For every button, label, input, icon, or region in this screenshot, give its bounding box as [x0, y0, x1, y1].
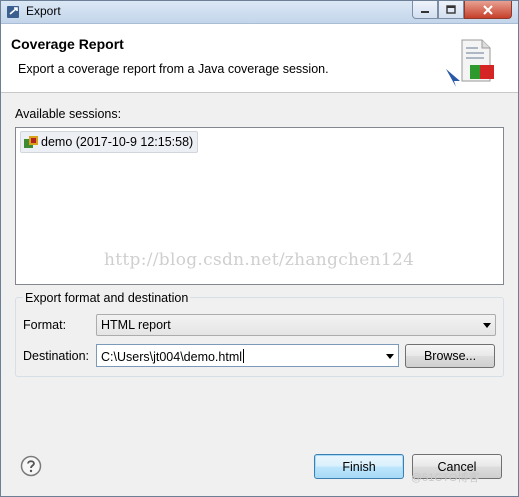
destination-value: C:\Users\jt004\demo.html [101, 350, 243, 364]
watermark-text: http://blog.csdn.net/zhangchen124 [104, 250, 415, 270]
destination-label: Destination: [23, 349, 90, 363]
window-title: Export [26, 4, 61, 18]
browse-button[interactable]: Browse... [405, 344, 495, 368]
eclipse-export-icon [7, 6, 19, 18]
maximize-icon [446, 5, 456, 14]
session-label: demo (2017-10-9 12:15:58) [41, 135, 194, 149]
close-button[interactable] [464, 1, 512, 19]
sessions-list[interactable]: demo (2017-10-9 12:15:58) http://blog.cs… [15, 127, 504, 285]
format-select[interactable]: HTML report [96, 314, 496, 336]
close-icon [483, 4, 493, 15]
maximize-button[interactable] [438, 1, 464, 19]
minimize-button[interactable] [412, 1, 438, 19]
page-title: Coverage Report [11, 36, 124, 52]
format-selected-value: HTML report [101, 318, 171, 332]
export-format-legend: Export format and destination [23, 291, 191, 305]
format-label: Format: [23, 318, 67, 332]
text-caret [243, 349, 245, 363]
chevron-down-icon[interactable] [386, 354, 394, 359]
help-icon[interactable] [20, 455, 42, 477]
minimize-icon [421, 10, 429, 13]
coverage-report-banner-icon [446, 39, 494, 87]
title-bar[interactable]: Export [1, 1, 518, 24]
wizard-header: Coverage Report Export a coverage report… [1, 24, 518, 93]
coverage-session-icon [24, 136, 38, 148]
destination-input[interactable]: C:\Users\jt004\demo.html [96, 344, 399, 367]
chevron-down-icon [483, 323, 491, 328]
finish-button[interactable]: Finish [314, 454, 404, 479]
list-item[interactable]: demo (2017-10-9 12:15:58) [20, 131, 199, 153]
sessions-label: Available sessions: [15, 107, 122, 121]
page-description: Export a coverage report from a Java cov… [18, 62, 329, 76]
export-dialog: Export Coverage Report Export a coverage… [0, 0, 519, 497]
site-watermark: @51CTO博客 [411, 472, 480, 484]
